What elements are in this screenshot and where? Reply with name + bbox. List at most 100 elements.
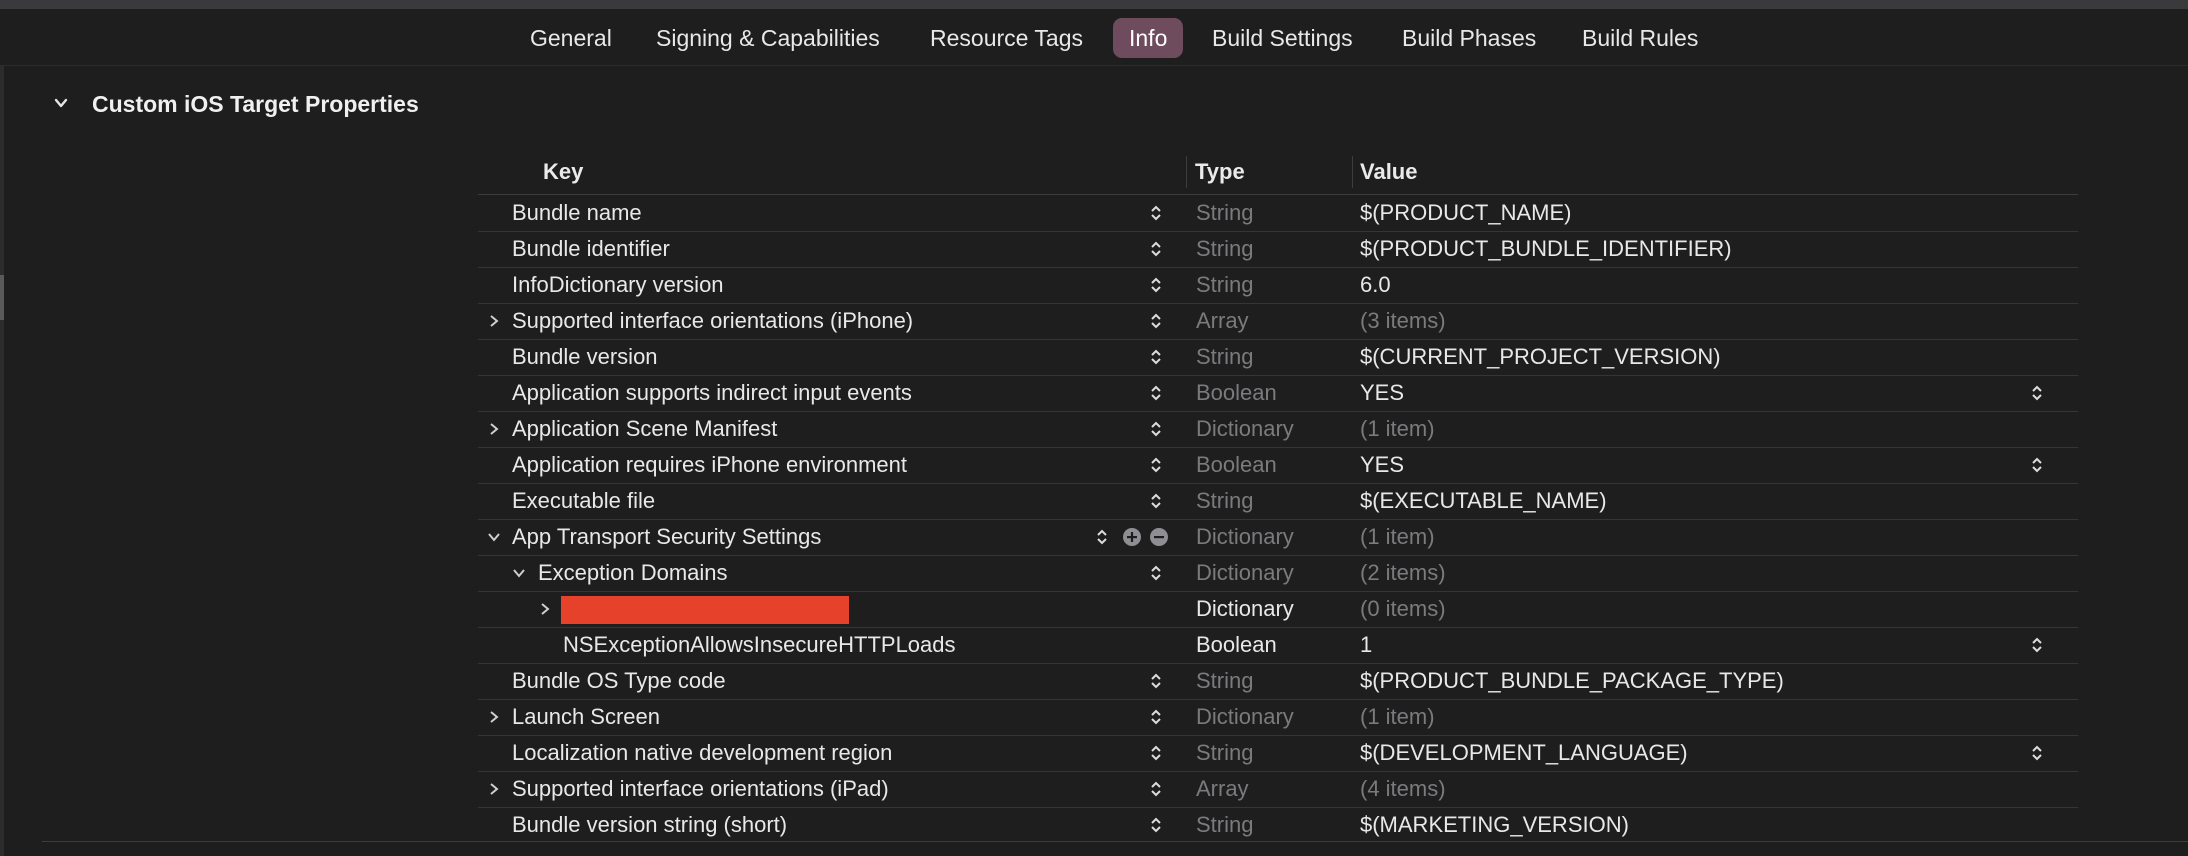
chevron-right-icon[interactable]: [487, 314, 501, 328]
row-key: Localization native development region: [512, 740, 893, 765]
row-value[interactable]: 6.0: [1360, 267, 1391, 303]
row-key: NSExceptionAllowsInsecureHTTPLoads: [563, 632, 956, 657]
column-header-key[interactable]: Key: [543, 152, 583, 192]
table-row[interactable]: InfoDictionary version String 6.0: [478, 267, 2078, 304]
row-value: (1 item): [1360, 416, 1435, 441]
row-value[interactable]: YES: [1360, 375, 1404, 411]
stepper-icon[interactable]: [1150, 815, 1162, 835]
row-key: Exception Domains: [538, 560, 728, 585]
value-popup-stepper-icon[interactable]: [2031, 635, 2043, 655]
stepper-icon[interactable]: [1150, 311, 1162, 331]
row-type: Boolean: [1196, 452, 1277, 477]
chevron-right-icon[interactable]: [487, 710, 501, 724]
row-value: (4 items): [1360, 776, 1446, 801]
stepper-icon[interactable]: [1150, 563, 1162, 583]
stepper-icon[interactable]: [1150, 707, 1162, 727]
stepper-icon[interactable]: [1150, 491, 1162, 511]
row-type: String: [1196, 812, 1254, 837]
row-type: Dictionary: [1196, 416, 1294, 441]
table-row[interactable]: Bundle version String $(CURRENT_PROJECT_…: [478, 339, 2078, 376]
row-type: String: [1196, 236, 1254, 261]
plus-circle-icon[interactable]: [1123, 528, 1141, 546]
stepper-icon[interactable]: [1150, 347, 1162, 367]
row-value[interactable]: $(DEVELOPMENT_LANGUAGE): [1360, 735, 1688, 771]
row-key: Bundle name: [512, 200, 642, 225]
row-value[interactable]: $(CURRENT_PROJECT_VERSION): [1360, 339, 1721, 375]
row-key: Supported interface orientations (iPad): [512, 776, 889, 801]
row-value[interactable]: $(PRODUCT_BUNDLE_PACKAGE_TYPE): [1360, 663, 1784, 699]
table-row[interactable]: Bundle version string (short) String $(M…: [478, 807, 2078, 843]
stepper-icon[interactable]: [1150, 239, 1162, 259]
chevron-right-icon[interactable]: [487, 422, 501, 436]
row-type: Boolean: [1196, 380, 1277, 405]
table-row[interactable]: Bundle name String $(PRODUCT_NAME): [478, 195, 2078, 232]
row-value[interactable]: $(PRODUCT_NAME): [1360, 195, 1571, 231]
row-type: String: [1196, 272, 1254, 297]
stepper-icon[interactable]: [1150, 779, 1162, 799]
table-row[interactable]: Localization native development region S…: [478, 735, 2078, 772]
chevron-down-icon[interactable]: [512, 566, 526, 580]
table-row[interactable]: Dictionary (0 items): [478, 591, 2078, 628]
table-row[interactable]: Exception Domains Dictionary (2 items): [478, 555, 2078, 592]
section-title[interactable]: Custom iOS Target Properties: [92, 88, 419, 120]
stepper-icon[interactable]: [1150, 743, 1162, 763]
tab-info[interactable]: Info: [1113, 18, 1184, 58]
table-row[interactable]: Application Scene Manifest Dictionary (1…: [478, 411, 2078, 448]
column-divider[interactable]: [1186, 156, 1187, 188]
row-value[interactable]: $(EXECUTABLE_NAME): [1360, 483, 1607, 519]
row-value: (3 items): [1360, 308, 1446, 333]
table-row[interactable]: Application supports indirect input even…: [478, 375, 2078, 412]
minus-circle-icon[interactable]: [1150, 528, 1168, 546]
stepper-icon[interactable]: [1150, 383, 1162, 403]
row-key: Supported interface orientations (iPhone…: [512, 308, 914, 333]
stepper-icon[interactable]: [1150, 455, 1162, 475]
table-row[interactable]: Supported interface orientations (iPad) …: [478, 771, 2078, 808]
stepper-icon[interactable]: [1150, 203, 1162, 223]
table-row[interactable]: Application requires iPhone environment …: [478, 447, 2078, 484]
table-row[interactable]: Supported interface orientations (iPhone…: [478, 303, 2078, 340]
table-row[interactable]: Bundle OS Type code String $(PRODUCT_BUN…: [478, 663, 2078, 700]
chevron-right-icon[interactable]: [487, 782, 501, 796]
column-header-value[interactable]: Value: [1360, 152, 1417, 192]
stepper-icon[interactable]: [1150, 419, 1162, 439]
value-popup-stepper-icon[interactable]: [2031, 383, 2043, 403]
column-divider[interactable]: [1352, 156, 1353, 188]
stepper-icon[interactable]: [1096, 527, 1108, 547]
value-popup-stepper-icon[interactable]: [2031, 743, 2043, 763]
row-key: Application requires iPhone environment: [512, 452, 908, 477]
row-value[interactable]: 1: [1360, 627, 1372, 663]
sidebar-scroll-mark: [0, 275, 4, 320]
chevron-down-icon[interactable]: [54, 96, 68, 110]
value-popup-stepper-icon[interactable]: [2031, 455, 2043, 475]
tab-build-phases[interactable]: Build Phases: [1386, 18, 1552, 58]
row-key: Bundle OS Type code: [512, 668, 726, 693]
tab-build-rules[interactable]: Build Rules: [1566, 18, 1714, 58]
table-row[interactable]: Executable file String $(EXECUTABLE_NAME…: [478, 483, 2078, 520]
row-value[interactable]: $(PRODUCT_BUNDLE_IDENTIFIER): [1360, 231, 1732, 267]
tab-general[interactable]: General: [514, 18, 628, 58]
table-row[interactable]: Launch Screen Dictionary (1 item): [478, 699, 2078, 736]
row-key: Bundle version string (short): [512, 812, 788, 837]
chevron-down-icon[interactable]: [487, 530, 501, 544]
row-type: Dictionary: [1196, 596, 1294, 621]
row-value: (0 items): [1360, 596, 1446, 621]
tab-signing-capabilities[interactable]: Signing & Capabilities: [640, 18, 896, 58]
row-key: Executable file: [512, 488, 656, 513]
stepper-icon[interactable]: [1150, 275, 1162, 295]
table-row[interactable]: Bundle identifier String $(PRODUCT_BUNDL…: [478, 231, 2078, 268]
table-row[interactable]: NSExceptionAllowsInsecureHTTPLoads Boole…: [478, 627, 2078, 664]
row-value: (2 items): [1360, 560, 1446, 585]
row-type: Dictionary: [1196, 524, 1294, 549]
table-row[interactable]: App Transport Security Settings Dictiona…: [478, 519, 2078, 556]
tab-build-settings[interactable]: Build Settings: [1196, 18, 1369, 58]
chevron-right-icon[interactable]: [538, 602, 552, 616]
row-type: String: [1196, 740, 1254, 765]
row-value: (1 item): [1360, 704, 1435, 729]
row-key: Application supports indirect input even…: [512, 380, 912, 405]
row-value[interactable]: $(MARKETING_VERSION): [1360, 807, 1629, 843]
tab-resource-tags[interactable]: Resource Tags: [914, 18, 1099, 58]
row-key: Application Scene Manifest: [512, 416, 778, 441]
row-value[interactable]: YES: [1360, 447, 1404, 483]
column-header-type[interactable]: Type: [1195, 152, 1245, 192]
stepper-icon[interactable]: [1150, 671, 1162, 691]
